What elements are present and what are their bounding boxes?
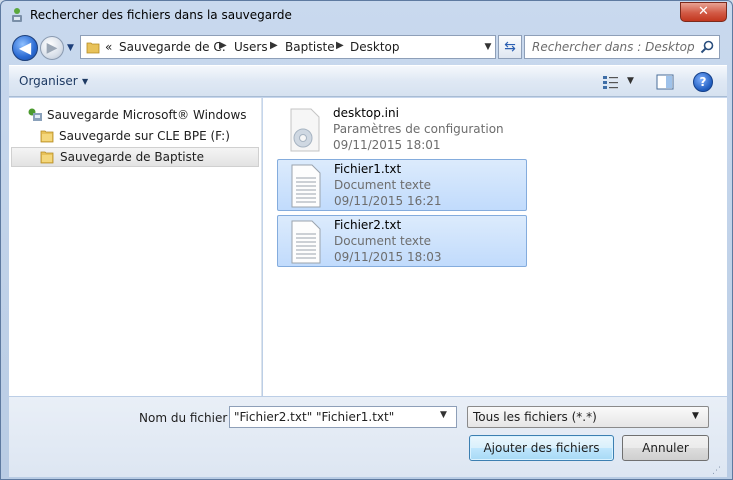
command-bar: Organiser ▼ ▼ ? <box>9 65 727 97</box>
tree-item-label: Sauvegarde sur CLE BPE (F:) <box>59 129 230 143</box>
folder-icon <box>40 130 54 143</box>
organize-dropdown-icon[interactable]: ▼ <box>82 77 88 86</box>
backup-icon <box>28 108 42 121</box>
text-file-icon <box>291 220 321 264</box>
backup-app-icon <box>12 8 22 22</box>
title-bar[interactable]: Rechercher des fichiers dans la sauvegar… <box>1 1 732 31</box>
help-icon: ? <box>699 75 707 89</box>
file-type: Document texte <box>334 234 432 248</box>
file-type: Document texte <box>334 178 432 192</box>
tree-item-label: Sauvegarde de Baptiste <box>60 150 204 164</box>
breadcrumb-overflow[interactable]: « <box>105 40 112 54</box>
vertical-scrollbar[interactable] <box>719 98 727 396</box>
history-dropdown-icon[interactable]: ▼ <box>67 43 74 53</box>
filename-label: Nom du fichier : <box>139 411 236 425</box>
breadcrumb-item-desktop[interactable]: Desktop <box>350 40 400 54</box>
filename-input[interactable]: "Fichier2.txt" "Fichier1.txt" ▼ <box>229 406 457 428</box>
refresh-button[interactable]: ⇆ <box>498 35 522 59</box>
file-item-fichier2[interactable]: Fichier2.txt Document texte 09/11/2015 1… <box>277 215 527 267</box>
text-file-icon <box>291 164 321 208</box>
view-dropdown-icon[interactable]: ▼ <box>627 76 634 86</box>
folder-icon <box>40 151 54 164</box>
file-type-select[interactable]: Tous les fichiers (*.*) ▼ <box>467 406 709 428</box>
file-date: 09/11/2015 18:03 <box>334 250 442 264</box>
tree-item-label: Sauvegarde Microsoft® Windows <box>47 108 247 122</box>
chevron-down-icon: ▼ <box>692 411 699 421</box>
address-dropdown-icon[interactable]: ▼ <box>481 37 495 57</box>
forward-arrow-icon: ▶ <box>46 40 58 56</box>
breadcrumb-separator-icon[interactable]: ▶ <box>270 40 278 51</box>
file-type: Paramètres de configuration <box>333 122 504 136</box>
file-list-pane: desktop.ini Paramètres de configuration … <box>263 98 719 396</box>
forward-button[interactable]: ▶ <box>40 36 64 60</box>
file-name: Fichier2.txt <box>334 218 402 232</box>
file-selection-footer: Nom du fichier : "Fichier2.txt" "Fichier… <box>9 397 727 477</box>
file-date: 09/11/2015 16:21 <box>334 194 442 208</box>
back-arrow-icon: ◀ <box>18 38 32 57</box>
file-name: Fichier1.txt <box>334 162 402 176</box>
file-item-fichier1[interactable]: Fichier1.txt Document texte 09/11/2015 1… <box>277 159 527 211</box>
breadcrumb-item-sauvegarde[interactable]: Sauvegarde de C: <box>119 40 226 54</box>
breadcrumb-item-users[interactable]: Users <box>234 40 268 54</box>
filename-dropdown-icon[interactable]: ▼ <box>440 410 447 420</box>
back-button[interactable]: ◀ <box>12 35 38 61</box>
file-item-desktop-ini[interactable]: desktop.ini Paramètres de configuration … <box>277 104 527 156</box>
tree-item-backup-root[interactable]: Sauvegarde Microsoft® Windows <box>27 106 257 126</box>
breadcrumb-separator-icon[interactable]: ▶ <box>219 40 227 51</box>
view-options-icon[interactable] <box>602 74 620 90</box>
file-date: 09/11/2015 18:01 <box>333 138 441 152</box>
breadcrumb-separator-icon[interactable]: ▶ <box>336 40 344 51</box>
file-type-value: Tous les fichiers (*.*) <box>473 410 597 424</box>
add-files-button[interactable]: Ajouter des fichiers <box>469 435 614 461</box>
close-button[interactable]: ✕ <box>680 2 727 22</box>
address-bar[interactable]: « Sauvegarde de C: ▶ Users ▶ Baptiste ▶ … <box>80 35 496 59</box>
search-input[interactable]: Rechercher dans : Desktop <box>524 35 720 59</box>
search-placeholder: Rechercher dans : Desktop <box>532 40 695 54</box>
window-title: Rechercher des fichiers dans la sauvegar… <box>30 8 292 22</box>
help-button[interactable]: ? <box>693 72 713 92</box>
close-icon: ✕ <box>698 4 709 19</box>
tree-item-baptiste[interactable]: Sauvegarde de Baptiste <box>11 147 259 167</box>
resize-grip-icon[interactable]: ⋰ <box>712 466 724 478</box>
breadcrumb-item-baptiste[interactable]: Baptiste <box>285 40 335 54</box>
settings-file-icon <box>290 108 320 152</box>
filename-value: "Fichier2.txt" "Fichier1.txt" <box>234 410 395 424</box>
cancel-button[interactable]: Annuler <box>622 435 709 461</box>
folder-icon <box>86 42 100 54</box>
search-icon[interactable] <box>699 39 715 55</box>
organize-button[interactable]: Organiser <box>19 74 78 88</box>
refresh-icon: ⇆ <box>504 39 516 55</box>
navigation-pane: Sauvegarde Microsoft® Windows Sauvegarde… <box>9 98 262 396</box>
navigation-bar: ◀ ▶ ▼ « Sauvegarde de C: ▶ Users ▶ Bapti… <box>8 32 727 62</box>
tree-item-cle-bpe[interactable]: Sauvegarde sur CLE BPE (F:) <box>39 127 257 147</box>
file-name: desktop.ini <box>333 106 399 120</box>
dialog-window: Rechercher des fichiers dans la sauvegar… <box>0 0 733 480</box>
preview-pane-icon[interactable] <box>656 74 674 90</box>
